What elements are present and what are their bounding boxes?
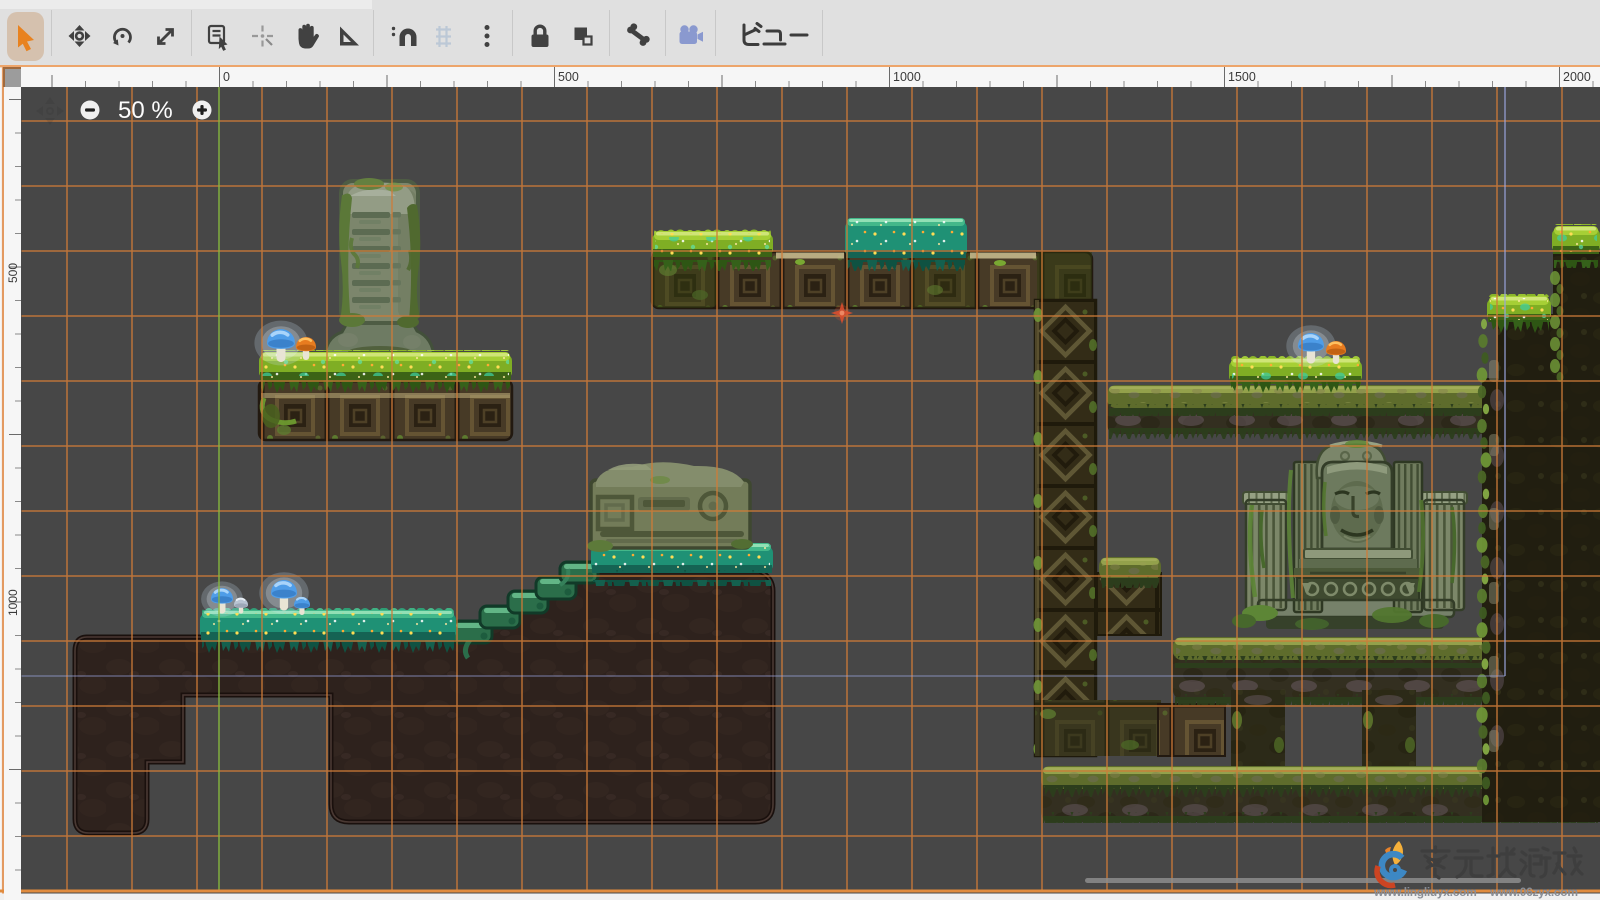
- svg-text:www.lingliuyx.com: www.lingliuyx.com: [1373, 885, 1476, 899]
- svg-text:500: 500: [6, 263, 20, 283]
- svg-text:2000: 2000: [1563, 70, 1591, 84]
- svg-text:1000: 1000: [893, 70, 921, 84]
- svg-text:0: 0: [223, 70, 230, 84]
- svg-text:1000: 1000: [6, 589, 20, 616]
- svg-text:1500: 1500: [1228, 70, 1256, 84]
- svg-text:500: 500: [558, 70, 579, 84]
- svg-text:www.06zyx.com: www.06zyx.com: [1489, 885, 1578, 899]
- svg-text:50 %: 50 %: [118, 97, 173, 124]
